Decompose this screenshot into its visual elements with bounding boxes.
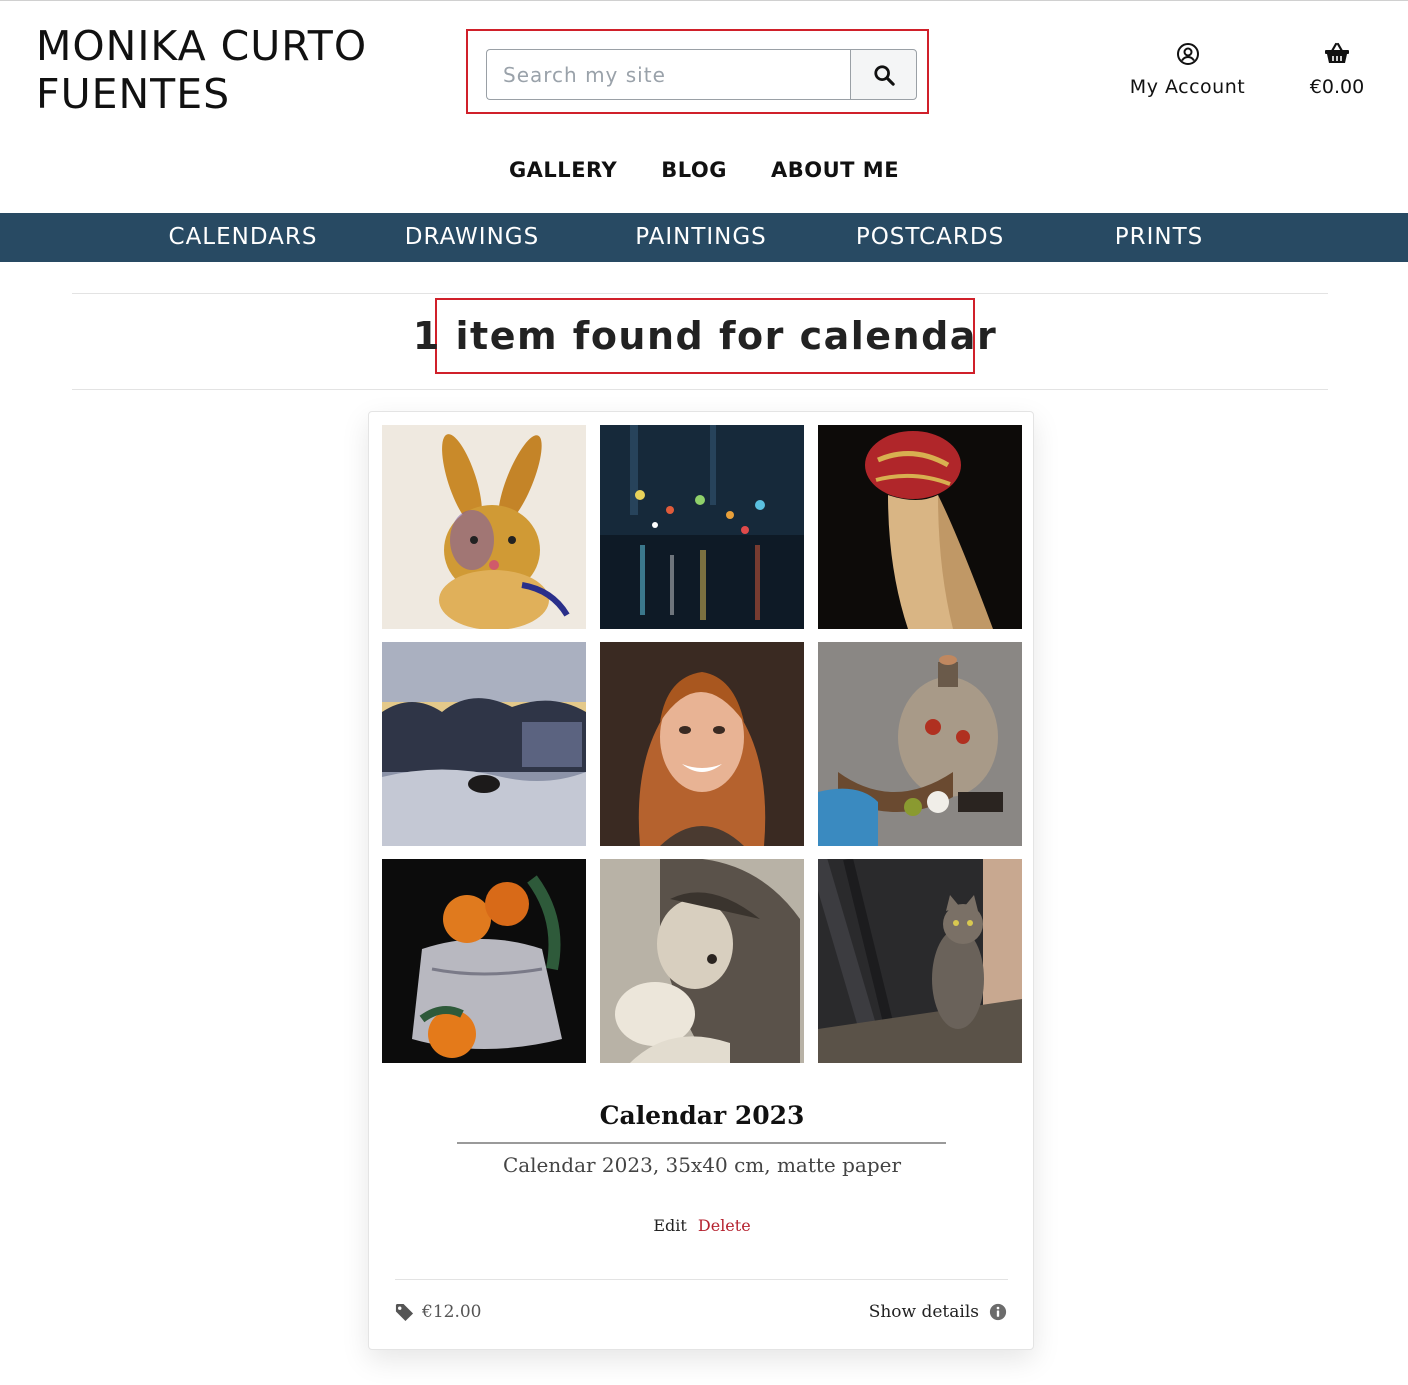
- category-postcards[interactable]: POSTCARDS: [856, 213, 1004, 262]
- my-account-link[interactable]: My Account: [1120, 42, 1255, 98]
- results-heading: 1 item found for calendar: [413, 314, 997, 358]
- show-details-link[interactable]: Show details: [869, 1302, 1007, 1322]
- cat-window-painting: [818, 859, 1022, 1063]
- show-details-label: Show details: [868, 1302, 979, 1322]
- my-account-label: My Account: [1129, 76, 1246, 98]
- artist-portrait-photo: [600, 642, 804, 846]
- winter-landscape-painting: [382, 642, 586, 846]
- still-life-jug-painting: [818, 642, 1022, 846]
- info-circle-icon: [989, 1303, 1007, 1321]
- category-drawings[interactable]: DRAWINGS: [405, 213, 539, 262]
- nav-blog[interactable]: BLOG: [639, 158, 749, 182]
- nav-about-me[interactable]: ABOUT ME: [749, 158, 921, 182]
- divider: [72, 389, 1328, 390]
- product-price: €12.00: [395, 1302, 481, 1322]
- category-nav: CALENDARS DRAWINGS PAINTINGS POSTCARDS P…: [0, 213, 1408, 262]
- brand-line-1: MONIKA CURTO: [36, 22, 368, 70]
- category-paintings[interactable]: PAINTINGS: [635, 213, 767, 262]
- search-input[interactable]: [486, 49, 852, 100]
- nav-gallery[interactable]: GALLERY: [487, 158, 639, 182]
- mother-baby-drawing: [600, 859, 804, 1063]
- cart-total: €0.00: [1309, 76, 1365, 98]
- price-value: €12.00: [422, 1302, 482, 1322]
- top-border: [0, 0, 1408, 1]
- title-underline: [457, 1142, 946, 1144]
- site-logo[interactable]: MONIKA CURTO FUENTES: [36, 22, 367, 118]
- main-nav: GALLERY BLOG ABOUT ME: [0, 158, 1408, 182]
- search-highlight-frame: [466, 29, 929, 114]
- cart-link[interactable]: €0.00: [1296, 42, 1378, 98]
- product-title[interactable]: Calendar 2023: [369, 1101, 1035, 1130]
- product-image-collage[interactable]: [382, 425, 1022, 1065]
- woman-headscarf-painting: [818, 425, 1022, 629]
- category-prints[interactable]: PRINTS: [1115, 213, 1204, 262]
- results-highlight-frame: 1 item found for calendar: [413, 298, 996, 374]
- edit-link[interactable]: Edit: [653, 1216, 686, 1235]
- tag-icon: [395, 1303, 414, 1321]
- divider: [72, 293, 1328, 294]
- user-circle-icon: [1176, 43, 1199, 65]
- oranges-bag-painting: [382, 859, 586, 1063]
- results-query: calendar: [799, 314, 998, 358]
- delete-link[interactable]: Delete: [698, 1216, 751, 1235]
- search-button[interactable]: [850, 49, 917, 100]
- search-icon: [873, 64, 895, 86]
- night-street-painting: [600, 425, 804, 629]
- product-card: Calendar 2023 Calendar 2023, 35x40 cm, m…: [368, 411, 1034, 1350]
- results-prefix: 1 item found for: [412, 314, 785, 358]
- basket-icon: [1325, 42, 1349, 63]
- hare-painting: [382, 425, 586, 629]
- brand-line-2: FUENTES: [36, 70, 231, 118]
- product-description: Calendar 2023, 35x40 cm, matte paper: [502, 1153, 902, 1177]
- card-divider: [395, 1279, 1008, 1280]
- category-calendars[interactable]: CALENDARS: [169, 213, 318, 262]
- product-admin-actions: Edit Delete: [369, 1216, 1035, 1235]
